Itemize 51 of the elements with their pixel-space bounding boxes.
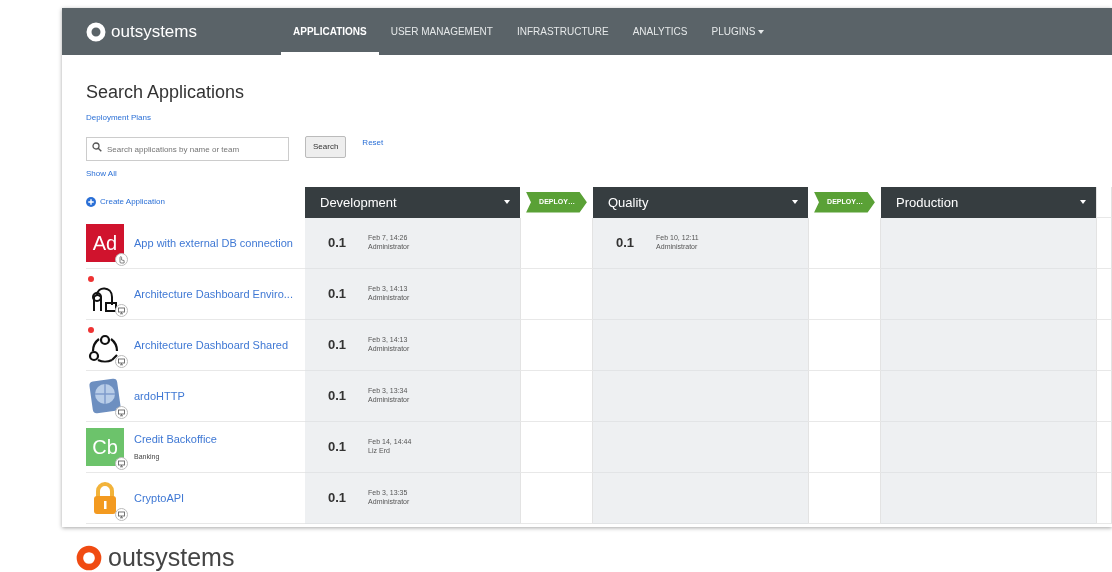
version-number: 0.1: [328, 387, 347, 406]
empty-cell: [1096, 319, 1112, 371]
app-avatar: Cb: [86, 427, 124, 466]
environment-header[interactable]: Development: [305, 186, 520, 218]
search-button[interactable]: Search: [305, 135, 347, 158]
brand-name: outsystems: [111, 20, 197, 43]
version-number: 0.1: [328, 438, 347, 457]
empty-cell: [1096, 217, 1112, 269]
nav-tab[interactable]: PLUGINS: [699, 8, 777, 55]
search-field[interactable]: Search applications by name or team: [86, 137, 289, 162]
environment-header[interactable]: Production: [881, 186, 1096, 218]
version-number: 0.1: [328, 234, 347, 253]
nav-tab[interactable]: INFRASTRUCTURE: [504, 8, 621, 55]
nav-tab[interactable]: ANALYTICS: [620, 8, 700, 55]
logo-icon: [76, 544, 102, 571]
app-avatar: Ad: [86, 223, 124, 262]
monitor-icon: [115, 405, 128, 419]
nav-tab[interactable]: USER MANAGEMENT: [378, 8, 505, 55]
app-name-link[interactable]: Architecture Dashboard Enviro...: [134, 285, 293, 303]
caret-icon: [792, 200, 798, 205]
version-number: 0.1: [328, 285, 347, 304]
app-name-link[interactable]: Architecture Dashboard Shared: [134, 336, 289, 354]
logo-icon: [86, 21, 106, 42]
create-application-link[interactable]: Create Application: [100, 196, 165, 209]
version-number: 0.1: [328, 336, 347, 355]
app-name-link[interactable]: CryptoAPI: [134, 489, 185, 507]
monitor-icon: [115, 456, 128, 470]
plus-circle-icon: [86, 197, 96, 208]
page-title: Search Applications: [86, 83, 246, 103]
empty-cell: [1096, 421, 1112, 473]
monitor-icon: [115, 507, 128, 521]
monitor-icon: [115, 354, 128, 368]
monitor-icon: [115, 303, 128, 317]
environment-header[interactable]: Quality: [593, 186, 808, 218]
brand-name: outsystems: [108, 542, 235, 572]
empty-cell: [1096, 268, 1112, 320]
empty-cell: [1096, 472, 1112, 524]
app-name-link[interactable]: App with external DB connection: [134, 234, 293, 252]
empty-cell: [1096, 370, 1112, 422]
touch-icon: [115, 252, 128, 266]
deployment-plans-link[interactable]: Deployment Plans: [86, 112, 151, 122]
nav-tab[interactable]: APPLICATIONS: [281, 8, 379, 55]
app-name-link[interactable]: Credit Backoffice: [134, 431, 217, 448]
empty-cell: [1096, 186, 1112, 218]
show-all-link[interactable]: Show All: [86, 167, 117, 180]
version-number: 0.1: [328, 489, 347, 508]
caret-icon: [504, 200, 510, 205]
app-name-link[interactable]: ardoHTTP: [134, 387, 185, 405]
version-number: 0.1: [616, 234, 635, 253]
reset-link[interactable]: Reset: [362, 136, 384, 149]
caret-icon: [1080, 200, 1086, 205]
